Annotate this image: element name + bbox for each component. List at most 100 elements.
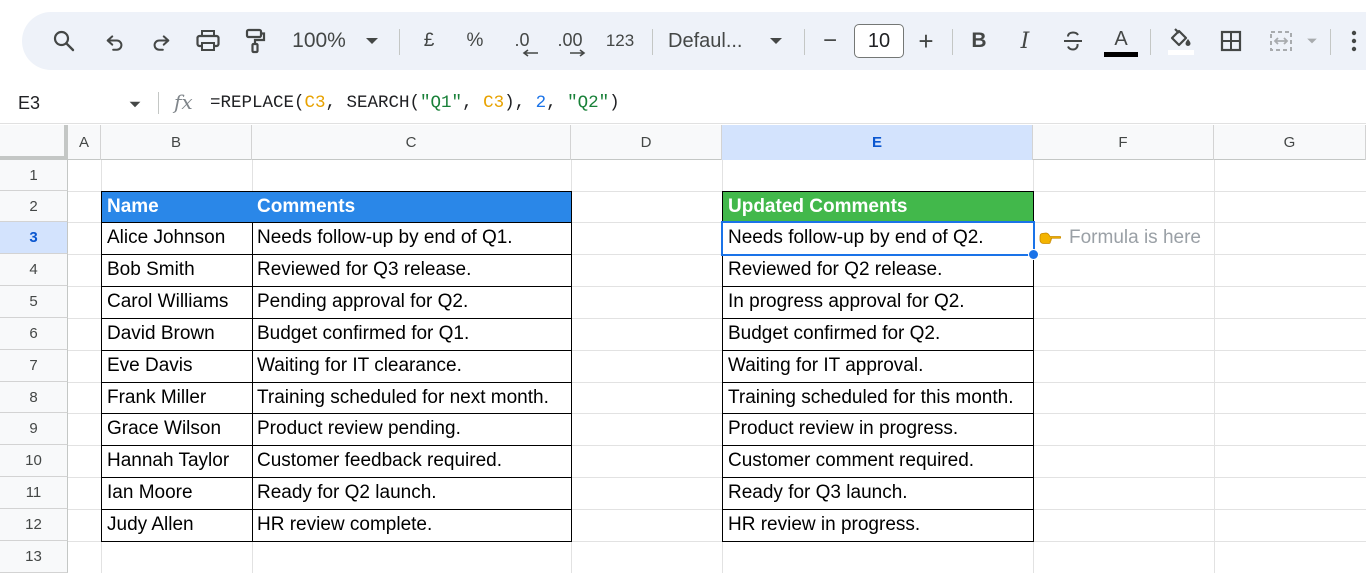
updated-comment-cell[interactable]: Ready for Q3 launch. (722, 477, 1034, 510)
updated-comment-cell[interactable]: Reviewed for Q2 release. (722, 254, 1034, 287)
table-header-name[interactable]: Name (101, 191, 253, 223)
column-header-c[interactable]: C (252, 125, 571, 160)
column-header-d[interactable]: D (571, 125, 722, 160)
fill-handle[interactable] (1028, 249, 1039, 260)
updated-comment-cell[interactable]: Customer comment required. (722, 445, 1034, 478)
text-color-button[interactable]: A (1102, 12, 1140, 70)
updated-comment-cell[interactable]: In progress approval for Q2. (722, 286, 1034, 319)
comment-cell[interactable]: Product review pending. (252, 413, 572, 446)
comment-cell[interactable]: Ready for Q2 launch. (252, 477, 572, 510)
row-header-12[interactable]: 12 (0, 509, 68, 541)
percent-symbol: % (466, 30, 484, 51)
more-options-button[interactable] (1342, 12, 1366, 70)
row-header-9[interactable]: 9 (0, 413, 68, 445)
print-button[interactable] (186, 12, 230, 70)
font-family-select[interactable]: Defaul... (668, 12, 758, 70)
column-header-e[interactable]: E (722, 125, 1033, 160)
updated-comment-cell[interactable]: Budget confirmed for Q2. (722, 318, 1034, 351)
bold-button[interactable]: B (962, 12, 996, 70)
zoom-dropdown[interactable] (360, 12, 384, 70)
updated-comment-cell[interactable]: Waiting for IT approval. (722, 350, 1034, 383)
row-header-2[interactable]: 2 (0, 191, 68, 222)
more-vertical-icon (1351, 30, 1357, 52)
row-header-1[interactable]: 1 (0, 160, 68, 191)
name-cell[interactable]: Grace Wilson (101, 413, 253, 446)
font-family-dropdown[interactable] (764, 12, 788, 70)
row-header-10[interactable]: 10 (0, 445, 68, 477)
zoom-value: 100% (292, 29, 346, 52)
format-percent-button[interactable]: % (458, 12, 492, 70)
table-header-updated-comments[interactable]: Updated Comments (722, 191, 1034, 223)
name-cell[interactable]: Frank Miller (101, 382, 253, 414)
row-header-8[interactable]: 8 (0, 382, 68, 413)
name-cell[interactable]: Ian Moore (101, 477, 253, 510)
fill-color-button[interactable] (1160, 12, 1202, 70)
toolbar: 100% £ % .0 .00 123 Defaul... − 10 + B I… (22, 12, 1366, 70)
redo-button[interactable] (140, 12, 182, 70)
row-header-11[interactable]: 11 (0, 477, 68, 509)
row-header-5[interactable]: 5 (0, 286, 68, 318)
column-header-f[interactable]: F (1033, 125, 1214, 160)
formula-annotation: Formula is here (1039, 222, 1201, 254)
font-size-input[interactable]: 10 (854, 24, 904, 58)
comment-cell[interactable]: Needs follow-up by end of Q1. (252, 222, 572, 255)
toolbar-divider (952, 29, 953, 55)
name-cell[interactable]: David Brown (101, 318, 253, 351)
name-cell[interactable]: Bob Smith (101, 254, 253, 287)
increase-decimal-button[interactable]: .00 (548, 12, 592, 70)
more-formats-button[interactable]: 123 (598, 12, 642, 70)
decrease-decimal-button[interactable]: .0 (502, 12, 542, 70)
comment-cell[interactable]: Waiting for IT clearance. (252, 350, 572, 383)
borders-button[interactable] (1210, 12, 1252, 70)
toolbar-divider (804, 29, 805, 55)
updated-comment-cell[interactable]: Training scheduled for this month. (722, 382, 1034, 414)
search-menus-button[interactable] (42, 12, 86, 70)
name-cell[interactable]: Judy Allen (101, 509, 253, 542)
row-header-13[interactable]: 13 (0, 541, 68, 573)
caret-down-icon (770, 38, 782, 44)
row-header-3[interactable]: 3 (0, 222, 68, 254)
updated-comment-cell[interactable]: Product review in progress. (722, 413, 1034, 446)
comment-cell[interactable]: Pending approval for Q2. (252, 286, 572, 319)
undo-button[interactable] (94, 12, 136, 70)
row-header-4[interactable]: 4 (0, 254, 68, 286)
comment-cell[interactable]: Training scheduled for next month. (252, 382, 572, 414)
updated-comment-cell[interactable]: HR review in progress. (722, 509, 1034, 542)
row-header-6[interactable]: 6 (0, 318, 68, 350)
column-header-b[interactable]: B (101, 125, 252, 160)
select-all-corner[interactable] (0, 125, 68, 160)
formula-string: "Q1" (420, 93, 463, 113)
comment-cell[interactable]: Customer feedback required. (252, 445, 572, 478)
comment-cell[interactable]: Reviewed for Q3 release. (252, 254, 572, 287)
zoom-select[interactable]: 100% (284, 12, 354, 70)
print-icon (196, 30, 220, 51)
italic-button[interactable]: I (1008, 12, 1042, 70)
caret-down-icon[interactable] (128, 100, 142, 109)
decrease-font-size-button[interactable]: − (814, 12, 846, 70)
name-cell[interactable]: Hannah Taylor (101, 445, 253, 478)
italic-icon: I (1020, 28, 1030, 54)
paint-format-button[interactable] (234, 12, 276, 70)
redo-icon (153, 35, 170, 51)
spreadsheet-grid[interactable]: ABCDEFG 1 2 3 4 5 6 7 8 9 10 11 12 13 Name Comments Ali… (0, 125, 1366, 573)
comment-cell[interactable]: Budget confirmed for Q1. (252, 318, 572, 351)
formula-input[interactable]: =REPLACE(C3, SEARCH("Q1", C3), 2, "Q2") (210, 82, 620, 124)
formula-part: , (462, 93, 484, 113)
table-header-comments[interactable]: Comments (252, 191, 572, 223)
row-header-7[interactable]: 7 (0, 350, 68, 382)
column-header-g[interactable]: G (1214, 125, 1366, 160)
name-cell[interactable]: Carol Williams (101, 286, 253, 319)
borders-icon (1220, 30, 1242, 52)
format-currency-button[interactable]: £ (412, 12, 446, 70)
strikethrough-button[interactable] (1056, 12, 1090, 70)
column-header-a[interactable]: A (68, 125, 101, 160)
increase-font-size-button[interactable]: + (910, 12, 942, 70)
merge-cells-button[interactable] (1260, 12, 1302, 70)
name-cell[interactable]: Eve Davis (101, 350, 253, 383)
name-cell[interactable]: Alice Johnson (101, 222, 253, 255)
updated-comment-cell[interactable]: Needs follow-up by end of Q2. (722, 222, 1034, 255)
arrow-left-icon (522, 49, 538, 57)
comment-cell[interactable]: HR review complete. (252, 509, 572, 542)
name-box[interactable]: E3 (18, 82, 40, 124)
merge-cells-dropdown[interactable] (1302, 12, 1322, 70)
